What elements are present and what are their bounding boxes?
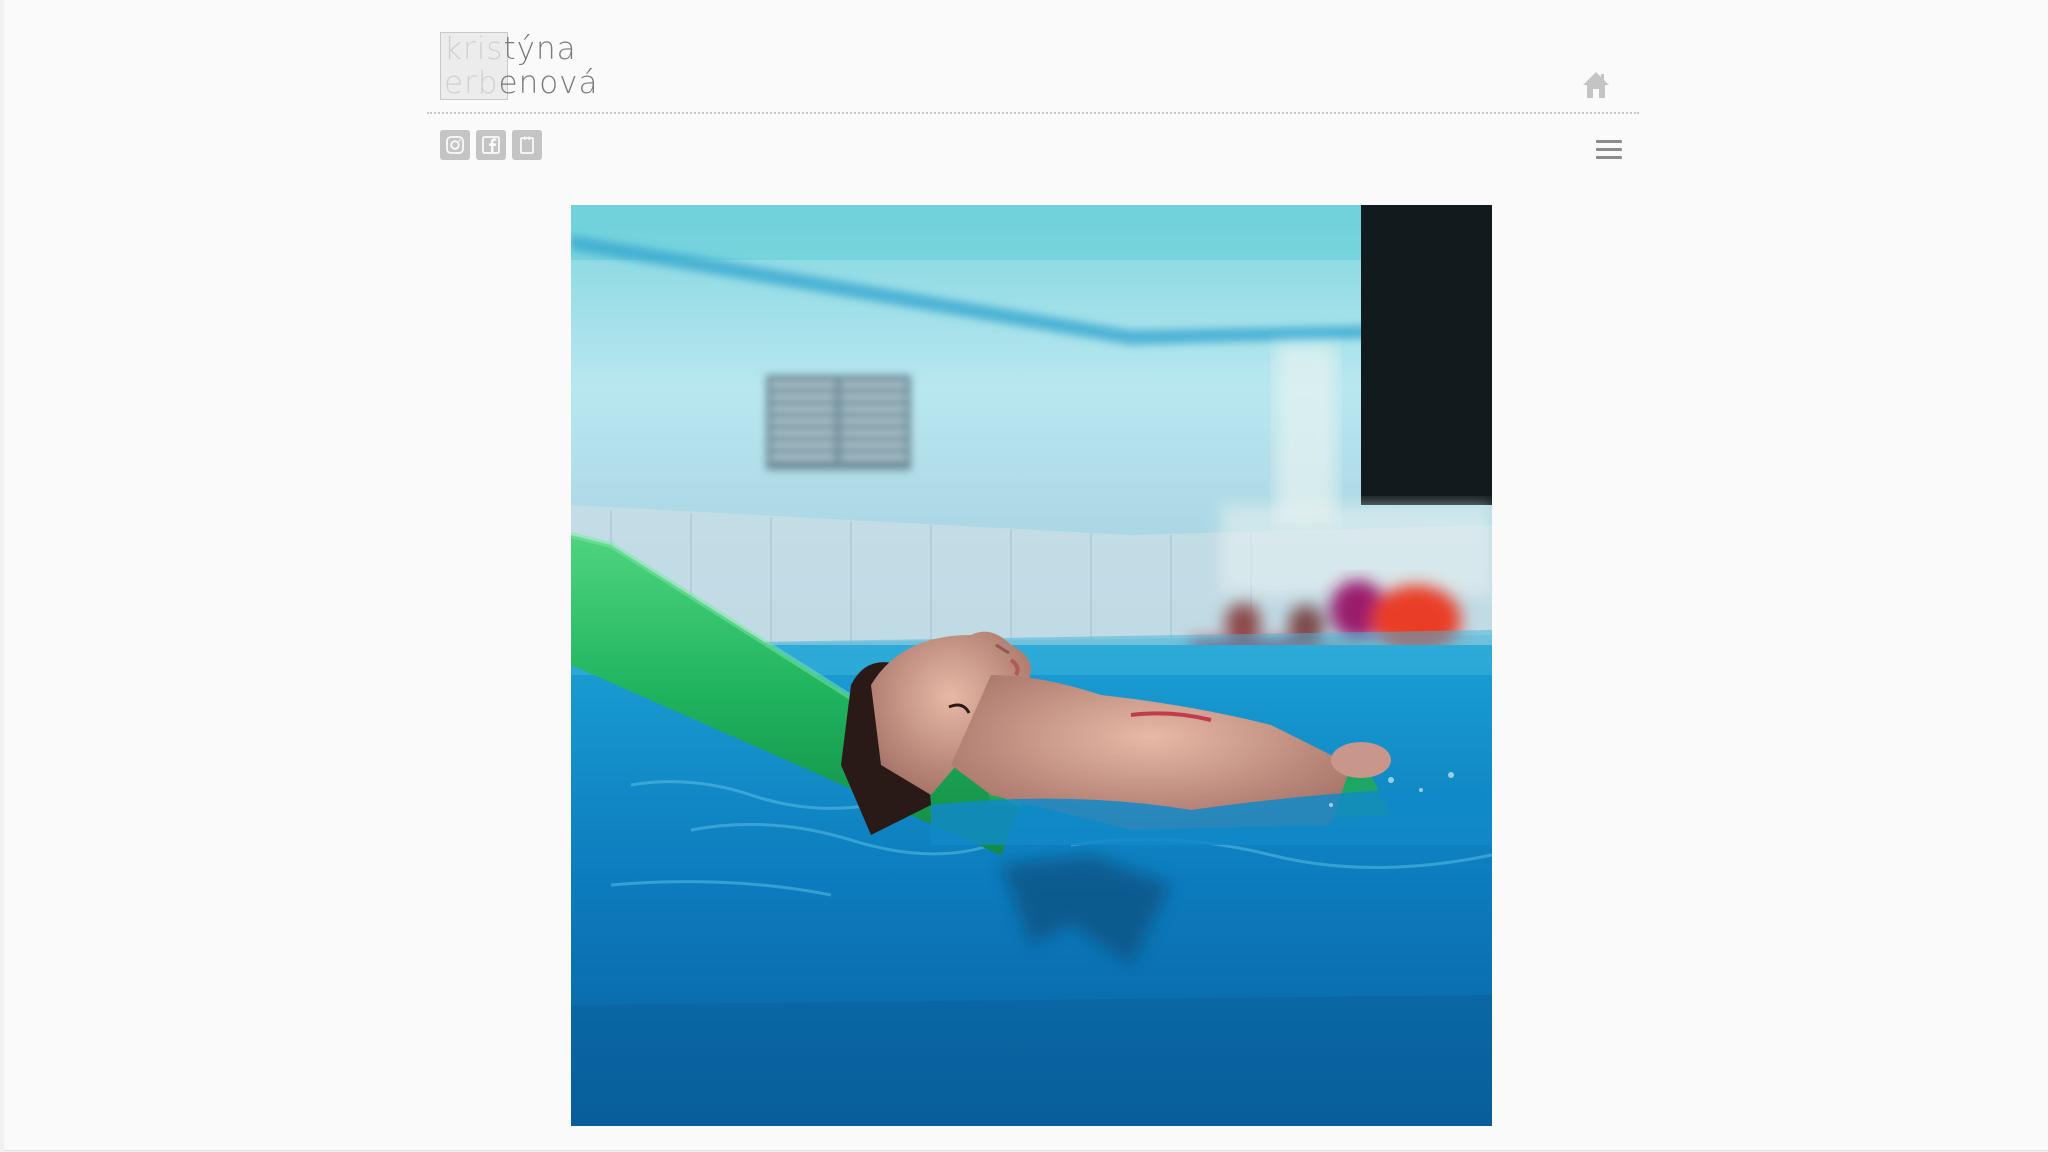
logo-line-1: kristýna [444, 32, 577, 66]
logo-line-1-box-text: kris [444, 31, 504, 67]
logo-line-2: erbenová [444, 66, 599, 100]
logo-line-2-box-text: erb [444, 65, 499, 101]
logo-line-1-rest-text: týna [503, 31, 577, 67]
logo-line-2-rest-text: enová [498, 65, 599, 101]
main-photo[interactable] [571, 205, 1492, 1126]
site-header: kristýna erbenová [427, 0, 1639, 113]
notebook-icon[interactable] [512, 130, 542, 160]
facebook-icon[interactable] [476, 130, 506, 160]
home-icon[interactable] [1581, 70, 1611, 100]
header-divider [427, 112, 1639, 114]
page: kristýna erbenová [4, 0, 2048, 1151]
instagram-icon[interactable] [440, 130, 470, 160]
hamburger-menu-icon[interactable] [1596, 138, 1622, 162]
